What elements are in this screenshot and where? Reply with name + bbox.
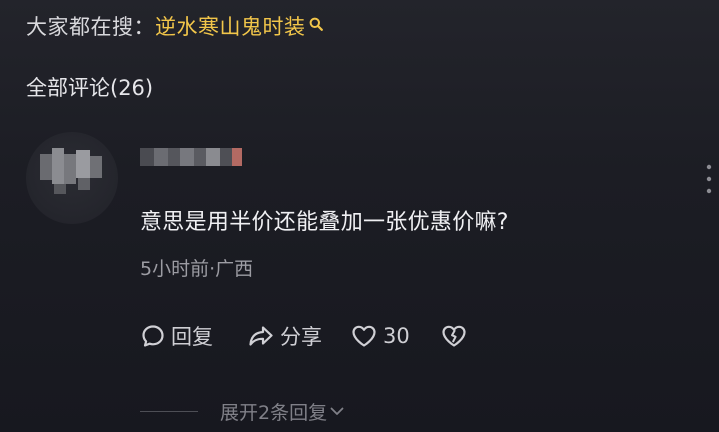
- comments-count-header: 全部评论(26): [26, 76, 154, 100]
- search-suggestion-prefix: 大家都在搜：: [26, 15, 155, 39]
- broken-heart-icon: [442, 325, 466, 347]
- chevron-down-icon: [330, 407, 344, 415]
- share-icon: [249, 326, 273, 346]
- share-button[interactable]: 分享: [247, 321, 322, 351]
- username-blurred[interactable]: [140, 146, 252, 168]
- comment-actions: 回复 分享 30: [140, 318, 468, 354]
- comment-icon: [142, 325, 164, 347]
- search-suggestion-term[interactable]: 逆水寒山鬼时装: [155, 11, 306, 41]
- search-suggestion[interactable]: 大家都在搜： 逆水寒山鬼时装: [26, 8, 323, 44]
- avatar[interactable]: [26, 132, 118, 224]
- expand-replies-label: 展开2条回复: [220, 401, 328, 424]
- reply-label: 回复: [171, 325, 213, 349]
- like-button[interactable]: 30: [350, 323, 410, 349]
- heart-icon: [352, 325, 376, 347]
- comment-time-location: 5小时前·广西: [140, 258, 254, 280]
- search-icon[interactable]: [309, 12, 323, 31]
- share-label: 分享: [280, 325, 322, 349]
- reply-button[interactable]: 回复: [140, 321, 213, 351]
- comment-text: 意思是用半价还能叠加一张优惠价嘛?: [140, 210, 509, 235]
- expand-replies-button[interactable]: 展开2条回复: [140, 396, 345, 426]
- dislike-button[interactable]: [440, 323, 468, 349]
- divider-line: [140, 410, 198, 412]
- more-icon[interactable]: [706, 164, 712, 194]
- like-count: 30: [383, 324, 410, 348]
